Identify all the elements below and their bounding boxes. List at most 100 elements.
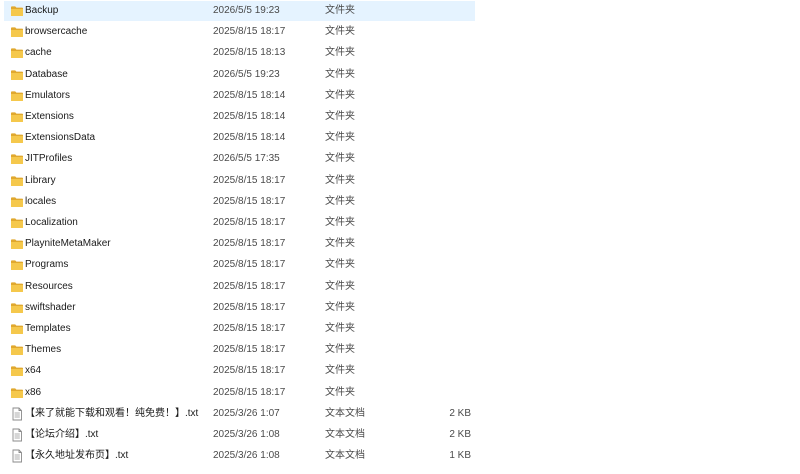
modified-date: 2025/8/15 18:17 [213,280,286,292]
folder-icon [10,152,24,166]
modified-date: 2025/8/15 18:17 [213,323,286,334]
folder-icon [10,195,24,209]
folder-row[interactable]: Emulators 2025/8/15 18:14 文件夹 [4,86,475,106]
file-type: 文件夹 [325,217,355,228]
file-type: 文件夹 [325,259,355,271]
modified-date: 2025/3/26 1:07 [213,407,280,419]
folder-row[interactable]: x86 2025/8/15 18:17 文件夹 [4,383,475,403]
file-size: 2 KB [449,429,471,440]
folder-row[interactable]: Templates 2025/8/15 18:17 文件夹 [4,319,475,339]
file-type: 文本文档 [325,429,365,440]
text-file-icon [10,407,24,421]
file-name: Database [25,68,68,80]
folder-icon [10,343,24,357]
file-type: 文件夹 [325,238,355,250]
modified-date: 2025/8/15 18:17 [213,365,286,377]
file-name: 【来了就能下载和观看！纯免费！】.txt [25,407,199,419]
folder-row[interactable]: ExtensionsData 2025/8/15 18:14 文件夹 [4,128,475,148]
file-type: 文件夹 [325,301,355,313]
folder-icon [10,237,24,251]
file-type: 文件夹 [325,89,355,101]
folder-icon [10,25,24,39]
file-list: Backup 2026/5/5 19:23 文件夹 browsercache 2025/… [0,0,800,474]
file-type: 文件夹 [325,47,355,59]
file-name: locales [25,195,57,207]
file-name: swiftshader [25,301,76,313]
file-row[interactable]: 【论坛介绍】.txt 2025/3/26 1:08 文本文档 2 KB [4,425,475,445]
folder-row[interactable]: Library 2025/8/15 18:17 文件夹 [4,171,475,191]
folder-row[interactable]: Themes 2025/8/15 18:17 文件夹 [4,340,475,360]
folder-row[interactable]: swiftshader 2025/8/15 18:17 文件夹 [4,298,475,318]
file-name: Resources [25,280,73,292]
file-name: JITProfiles [25,153,73,165]
file-name: Extensions [25,111,74,122]
folder-icon [10,301,24,315]
file-name: x86 [25,386,42,398]
folder-icon [10,322,24,336]
file-name: Emulators [25,89,71,101]
file-type: 文件夹 [325,132,355,144]
modified-date: 2025/8/15 18:17 [213,217,286,228]
file-type: 文件夹 [325,323,355,334]
file-name: Library [25,174,56,186]
file-type: 文件夹 [325,280,355,292]
modified-date: 2025/8/15 18:14 [213,111,286,122]
modified-date: 2026/5/5 17:35 [213,153,280,165]
folder-row[interactable]: Database 2026/5/5 19:23 文件夹 [4,65,475,85]
folder-icon [10,68,24,82]
file-name: Programs [25,259,69,271]
modified-date: 2025/8/15 18:17 [213,386,286,398]
folder-icon [10,364,24,378]
folder-icon [10,216,24,230]
folder-row[interactable]: JITProfiles 2026/5/5 17:35 文件夹 [4,149,475,169]
file-row[interactable]: 【永久地址发布页】.txt 2025/3/26 1:08 文本文档 1 KB [4,446,475,466]
folder-row[interactable]: locales 2025/8/15 18:17 文件夹 [4,192,475,212]
folder-row[interactable]: Backup 2026/5/5 19:23 文件夹 [4,1,475,21]
modified-date: 2025/8/15 18:14 [213,89,286,101]
modified-date: 2025/8/15 18:17 [213,238,286,250]
file-name: 【论坛介绍】.txt [25,429,99,440]
modified-date: 2025/8/15 18:17 [213,26,286,38]
file-name: x64 [25,365,42,377]
file-name: Templates [25,323,71,334]
folder-icon [10,4,24,18]
file-name: 【永久地址发布页】.txt [25,450,129,462]
folder-row[interactable]: PlayniteMetaMaker 2025/8/15 18:17 文件夹 [4,234,475,254]
modified-date: 2025/8/15 18:17 [213,344,286,356]
file-row[interactable]: 【来了就能下载和观看！纯免费！】.txt 2025/3/26 1:07 文本文档 2 … [4,404,475,424]
file-name: cache [25,47,52,59]
folder-row[interactable]: cache 2025/8/15 18:13 文件夹 [4,43,475,63]
folder-row[interactable]: Programs 2025/8/15 18:17 文件夹 [4,255,475,275]
file-name: Themes [25,344,62,356]
folder-row[interactable]: Localization 2025/8/15 18:17 文件夹 [4,213,475,233]
file-type: 文本文档 [325,407,365,419]
folder-icon [10,280,24,294]
file-type: 文件夹 [325,195,355,207]
folder-row[interactable]: browsercache 2025/8/15 18:17 文件夹 [4,22,475,42]
file-name: browsercache [25,26,88,38]
file-size: 1 KB [449,450,471,462]
modified-date: 2025/8/15 18:17 [213,174,286,186]
folder-icon [10,174,24,188]
file-type: 文件夹 [325,365,355,377]
folder-row[interactable]: Extensions 2025/8/15 18:14 文件夹 [4,107,475,127]
folder-row[interactable]: Resources 2025/8/15 18:17 文件夹 [4,277,475,297]
folder-icon [10,386,24,400]
folder-icon [10,46,24,60]
modified-date: 2025/3/26 1:08 [213,429,280,440]
file-name: Localization [25,217,78,228]
modified-date: 2026/5/5 19:23 [213,68,280,80]
file-type: 文件夹 [325,153,355,165]
text-file-icon [10,428,24,442]
file-name: ExtensionsData [25,132,96,144]
folder-icon [10,110,24,124]
file-name: Backup [25,5,59,16]
file-name: PlayniteMetaMaker [25,238,111,250]
file-type: 文件夹 [325,5,355,16]
modified-date: 2025/8/15 18:17 [213,195,286,207]
folder-icon [10,131,24,145]
file-type: 文件夹 [325,26,355,38]
folder-row[interactable]: x64 2025/8/15 18:17 文件夹 [4,361,475,381]
file-type: 文件夹 [325,344,355,356]
modified-date: 2025/8/15 18:17 [213,301,286,313]
